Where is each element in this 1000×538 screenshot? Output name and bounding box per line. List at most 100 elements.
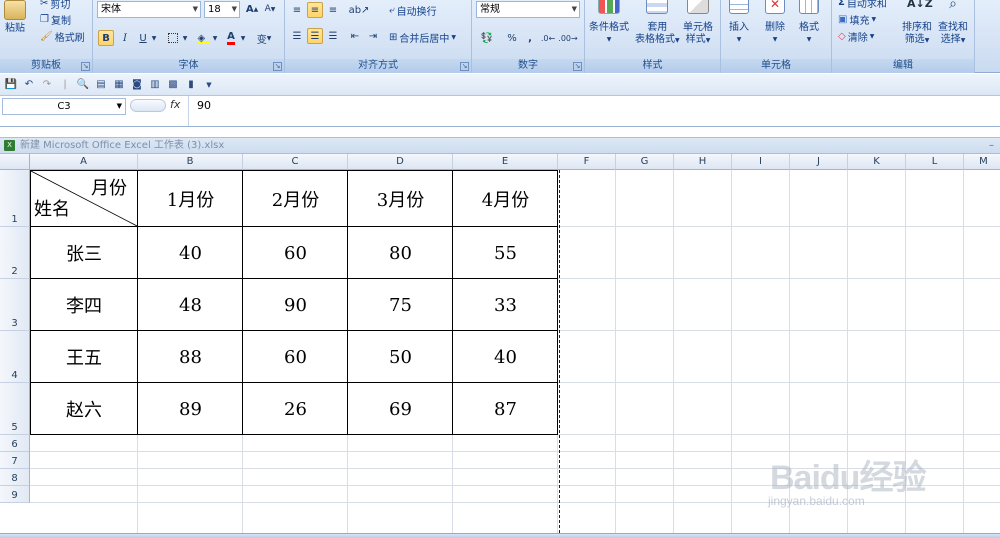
row-header-3[interactable]: 3 [0,279,30,331]
align-middle-icon[interactable]: ≡ [307,2,323,18]
merge-center-button[interactable]: ⊞ 合并后居中 ▼ [389,30,456,45]
column-header-h[interactable]: H [674,154,732,170]
conditional-format-button[interactable]: 条件格式 ▼ [589,0,629,46]
minimize-icon[interactable]: – [989,138,994,153]
italic-button[interactable]: I [117,30,133,46]
row-header-8[interactable]: 8 [0,469,30,486]
value-cell[interactable]: 48 [139,280,242,330]
grow-font-button[interactable]: A ▲ [244,1,260,17]
row-header-4[interactable]: 4 [0,331,30,383]
formula-bar-splitter[interactable] [130,99,166,112]
fill-button[interactable]: ▣ 填充 ▼ [838,12,876,27]
row-header-5[interactable]: 5 [0,383,30,435]
name-box[interactable]: C3 ▼ [2,98,126,115]
increase-indent-icon[interactable]: ⇥ [365,28,381,44]
column-header-k[interactable]: K [848,154,906,170]
alignment-launcher-icon[interactable]: ↘ [460,62,469,71]
redo-icon[interactable]: ↷ [40,78,54,92]
value-cell[interactable]: 50 [349,332,452,382]
value-cell[interactable]: 87 [454,384,557,434]
value-cell[interactable]: 60 [244,228,347,278]
month-header-cell[interactable]: 4月份 [454,171,557,226]
phonetic-button[interactable]: 变 ▼ [253,30,275,46]
insert-function-button[interactable]: fx [170,98,180,111]
row-header-1[interactable]: 1 [0,170,30,227]
select-all-corner[interactable] [0,154,30,170]
decrease-indent-icon[interactable]: ⇤ [347,28,363,44]
underline-button[interactable]: U [135,30,151,46]
wrap-text-button[interactable]: ⤶ 自动换行 [389,3,437,18]
sort-filter-button[interactable]: A↓Z 排序和 筛选▼ [902,0,933,47]
font-color-button[interactable]: A [223,30,239,46]
percent-button[interactable]: % [504,30,520,46]
row-header-2[interactable]: 2 [0,227,30,279]
value-cell[interactable]: 60 [244,332,347,382]
increase-decimal-icon[interactable]: .0← [540,30,556,46]
autosum-button[interactable]: Σ 自动求和 [838,0,887,10]
customize-qat-icon[interactable]: ▼ [202,78,216,92]
orientation-icon[interactable]: ab↗ [347,2,371,18]
align-right-icon[interactable]: ☰ [325,28,341,44]
font-size-select[interactable]: 18 ▼ [204,1,240,18]
name-cell[interactable]: 李四 [31,280,137,330]
value-cell[interactable]: 90 [244,280,347,330]
undo-icon[interactable]: ↶ [22,78,36,92]
diagonal-header-cell[interactable]: 月份 姓名 [31,171,137,226]
month-header-cell[interactable]: 3月份 [349,171,452,226]
font-family-select[interactable]: 宋体 ▼ [97,1,201,18]
column-header-c[interactable]: C [243,154,348,170]
align-top-icon[interactable]: ≡ [289,2,305,18]
month-header-cell[interactable]: 2月份 [244,171,347,226]
fill-color-button[interactable]: ◈ [195,30,211,46]
column-header-e[interactable]: E [453,154,558,170]
cell-styles-button[interactable]: 单元格 样式▼ [683,0,713,47]
month-header-cell[interactable]: 1月份 [139,171,242,226]
number-launcher-icon[interactable]: ↘ [573,62,582,71]
number-format-select[interactable]: 常规 ▼ [476,1,580,18]
name-cell[interactable]: 张三 [31,228,137,278]
column-header-b[interactable]: B [138,154,243,170]
value-cell[interactable]: 80 [349,228,452,278]
format-painter-button[interactable]: 🖌 格式刷 [40,29,85,44]
column-header-d[interactable]: D [348,154,453,170]
find-select-button[interactable]: ⌕ 查找和 选择▼ [938,0,968,47]
row-header-9[interactable]: 9 [0,486,30,503]
column-header-a[interactable]: A [30,154,138,170]
comma-button[interactable]: , [522,30,538,46]
column-header-i[interactable]: I [732,154,790,170]
column-header-f[interactable]: F [558,154,616,170]
format-button[interactable]: 格式 ▼ [799,0,819,46]
column-header-g[interactable]: G [616,154,674,170]
row-header-6[interactable]: 6 [0,435,30,452]
open-icon[interactable]: ▤ [94,78,108,92]
cut-button[interactable]: ✂ 剪切 [40,0,70,11]
value-cell[interactable]: 69 [349,384,452,434]
print-preview-icon[interactable]: 🔍 [76,78,90,92]
name-cell[interactable]: 王五 [31,332,137,382]
copy-button[interactable]: ❐ 复制 [40,12,71,27]
clear-button[interactable]: ◇ 清除 ▼ [838,29,874,44]
border-dropdown-icon[interactable]: ▼ [181,30,189,46]
value-cell[interactable]: 33 [454,280,557,330]
form-icon[interactable]: ▥ [148,78,162,92]
decrease-decimal-icon[interactable]: .00→ [558,30,577,46]
value-cell[interactable]: 40 [139,228,242,278]
row-header-7[interactable]: 7 [0,452,30,469]
border-button[interactable] [165,30,181,46]
align-center-icon[interactable]: ☰ [307,28,323,44]
value-cell[interactable]: 75 [349,280,452,330]
fill-color-dropdown-icon[interactable]: ▼ [211,30,219,46]
value-cell[interactable]: 88 [139,332,242,382]
bar-chart-icon[interactable]: ▮ [184,78,198,92]
camera-icon[interactable]: ◙ [130,78,144,92]
value-cell[interactable]: 55 [454,228,557,278]
font-color-dropdown-icon[interactable]: ▼ [239,30,247,46]
name-cell[interactable]: 赵六 [31,384,137,434]
format-as-table-button[interactable]: 套用 表格格式▼ [635,0,680,47]
column-header-l[interactable]: L [906,154,964,170]
column-header-j[interactable]: J [790,154,848,170]
underline-dropdown-icon[interactable]: ▼ [150,30,158,46]
font-launcher-icon[interactable]: ↘ [273,62,282,71]
spelling-icon[interactable]: ▦ [112,78,126,92]
value-cell[interactable]: 40 [454,332,557,382]
